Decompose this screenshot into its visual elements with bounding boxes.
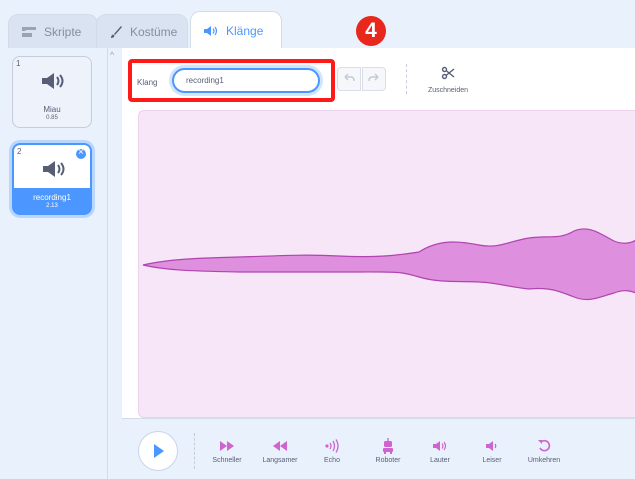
tab-bar: Skripte Kostüme Klänge [0, 0, 635, 49]
effect-label: Langsamer [262, 457, 298, 464]
tab-code[interactable]: Skripte [8, 14, 98, 48]
tab-code-label: Skripte [44, 24, 82, 39]
trim-label: Zuschneiden [427, 87, 469, 94]
speaker-icon [42, 73, 64, 89]
undo-icon [344, 73, 355, 82]
waveform-area[interactable] [138, 110, 635, 418]
tab-sounds-label: Klänge [226, 23, 264, 38]
effect-label: Echo [324, 457, 340, 464]
tab-sounds[interactable]: Klänge [190, 11, 282, 49]
redo-button[interactable] [362, 67, 386, 91]
volume-up-icon [433, 441, 447, 451]
sound-name: recording1 [33, 193, 71, 202]
step-badge: 4 [356, 16, 386, 46]
effect-label: Schneller [212, 457, 242, 464]
code-blocks-icon [22, 26, 36, 37]
sound-tile-recording1[interactable]: 2 recording1 2.13 [12, 143, 92, 215]
effect-slower-button[interactable]: Langsamer [250, 437, 310, 464]
effect-echo-button[interactable]: Echo [302, 437, 362, 464]
play-icon [154, 444, 164, 458]
effects-divider [194, 433, 195, 469]
effect-robot-button[interactable]: Roboter [358, 437, 418, 464]
effect-faster-button[interactable]: Schneller [197, 437, 257, 464]
volume-down-icon [486, 441, 497, 451]
sound-duration: 2.13 [46, 203, 58, 209]
paintbrush-icon [111, 25, 122, 38]
redo-icon [368, 73, 379, 82]
scroll-up-icon[interactable]: ^ [110, 50, 114, 60]
reverse-icon [538, 439, 551, 452]
effect-label: Leiser [482, 457, 502, 464]
tab-costumes[interactable]: Kostüme [96, 14, 188, 48]
sound-number: 1 [16, 59, 21, 68]
effect-louder-button[interactable]: Lauter [410, 437, 470, 464]
undo-button[interactable] [337, 67, 361, 91]
sound-editor-toolbar: Klang Zuschneiden 4 [122, 16, 635, 108]
effect-label: Umkehren [527, 457, 561, 464]
effect-label: Roboter [375, 457, 401, 464]
effect-reverse-button[interactable]: Umkehren [514, 437, 574, 464]
echo-icon [325, 439, 339, 453]
delete-icon[interactable] [75, 147, 87, 160]
tab-costumes-label: Kostüme [130, 24, 178, 39]
speaker-icon [43, 161, 65, 177]
highlight-box [128, 59, 335, 102]
toolbar-divider [406, 64, 407, 94]
play-button[interactable] [138, 431, 178, 471]
speaker-icon [204, 25, 218, 36]
sound-name: Miau [43, 105, 61, 114]
trim-button[interactable]: Zuschneiden [418, 62, 478, 98]
sound-duration: 0.85 [46, 115, 58, 121]
effect-label: Lauter [430, 457, 450, 464]
scissors-icon [441, 66, 455, 80]
sound-editor: Klang Zuschneiden 4 Schneller [122, 16, 635, 479]
waveform [142, 228, 635, 301]
effects-bar: Schneller Langsamer Echo Roboter Lauter … [122, 418, 635, 479]
sound-number: 2 [17, 147, 22, 156]
sound-tile-miau[interactable]: 1 Miau 0.85 [12, 56, 92, 128]
effect-softer-button[interactable]: Leiser [462, 437, 522, 464]
robot-icon [383, 438, 393, 454]
rewind-icon [273, 441, 287, 451]
fast-forward-icon [220, 441, 234, 451]
